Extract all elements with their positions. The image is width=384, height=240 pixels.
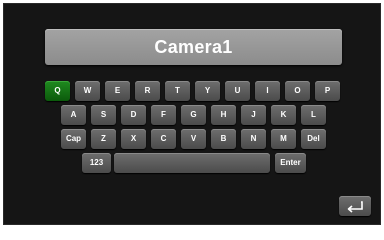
key-p[interactable]: P [315, 81, 340, 101]
key-caps[interactable]: Cap [61, 129, 86, 149]
key-q[interactable]: Q [45, 81, 70, 101]
key-x[interactable]: X [121, 129, 146, 149]
key-g[interactable]: G [181, 105, 206, 125]
key-c[interactable]: C [151, 129, 176, 149]
key-enter[interactable]: Enter [275, 153, 306, 173]
back-button[interactable] [339, 196, 371, 216]
key-y[interactable]: Y [195, 81, 220, 101]
key-b[interactable]: B [211, 129, 236, 149]
key-k[interactable]: K [271, 105, 296, 125]
return-arrow-icon [347, 201, 363, 213]
key-u[interactable]: U [225, 81, 250, 101]
key-a[interactable]: A [61, 105, 86, 125]
screen: Camera1 Q W E R T Y U I O P A S D F G H … [3, 3, 381, 225]
key-e[interactable]: E [105, 81, 130, 101]
key-s[interactable]: S [91, 105, 116, 125]
key-r[interactable]: R [135, 81, 160, 101]
key-n[interactable]: N [241, 129, 266, 149]
key-t[interactable]: T [165, 81, 190, 101]
key-l[interactable]: L [301, 105, 326, 125]
key-v[interactable]: V [181, 129, 206, 149]
key-z[interactable]: Z [91, 129, 116, 149]
key-delete[interactable]: Del [301, 129, 326, 149]
key-numbers[interactable]: 123 [82, 153, 111, 173]
key-w[interactable]: W [75, 81, 100, 101]
key-space[interactable] [114, 153, 270, 173]
key-o[interactable]: O [285, 81, 310, 101]
key-j[interactable]: J [241, 105, 266, 125]
key-f[interactable]: F [151, 105, 176, 125]
name-field[interactable]: Camera1 [45, 29, 342, 65]
key-i[interactable]: I [255, 81, 280, 101]
key-h[interactable]: H [211, 105, 236, 125]
key-d[interactable]: D [121, 105, 146, 125]
key-m[interactable]: M [271, 129, 296, 149]
